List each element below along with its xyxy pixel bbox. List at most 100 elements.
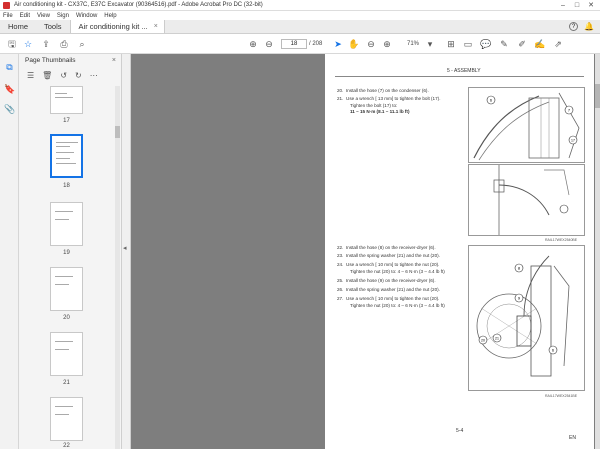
fit-page-icon[interactable]: ⊞ xyxy=(445,38,457,50)
share-link-icon[interactable]: ⇗ xyxy=(552,38,564,50)
acrobat-logo-icon xyxy=(3,1,10,9)
close-window-button[interactable]: ✕ xyxy=(584,0,598,11)
save-icon[interactable]: 🖫 xyxy=(6,38,18,50)
rotate-right-icon[interactable]: ↻ xyxy=(75,71,82,80)
step-21: 21. Use a wrench [ 13 mm] to tighten the … xyxy=(337,96,441,101)
window-controls: – □ ✕ xyxy=(556,0,598,11)
menu-view[interactable]: View xyxy=(37,13,50,19)
page-total: / 208 xyxy=(309,41,323,47)
menu-file[interactable]: File xyxy=(3,13,13,19)
comment-icon[interactable]: 💬 xyxy=(480,38,492,50)
menu-sign[interactable]: Sign xyxy=(57,13,69,19)
notification-bell-icon[interactable]: 🔔 xyxy=(584,22,594,31)
menu-help[interactable]: Help xyxy=(104,13,116,19)
document-viewer: 5 - ASSEMBLY 20. Install the hose (7) on … xyxy=(131,54,600,449)
thumbnail-label-22: 22 xyxy=(63,443,70,449)
step-24: 24. Use a wrench [ 10 mm] to tighten the … xyxy=(337,262,440,267)
zoom-level[interactable]: 71% xyxy=(407,39,419,49)
thumbnail-label-19: 19 xyxy=(63,250,70,256)
previous-page-icon[interactable]: ⊕ xyxy=(247,38,259,50)
figure-bolt-detail xyxy=(468,164,585,236)
zoom-dropdown-icon[interactable]: ▾ xyxy=(425,38,435,50)
page-number: 5-4 xyxy=(456,428,464,434)
bookmarks-icon[interactable]: 🔖 xyxy=(4,84,15,95)
thumbnail-label-17: 17 xyxy=(63,118,70,124)
hand-tool-icon[interactable]: ✋ xyxy=(348,38,360,50)
step-27: 27. Use a wrench [ 10 mm] to tighten the … xyxy=(337,296,440,301)
page-thumbnails-icon[interactable]: ⧉ xyxy=(4,62,15,73)
zoom-in-icon[interactable]: ⊕ xyxy=(381,38,393,50)
panel-collapse-handle[interactable]: ◂ xyxy=(122,54,131,449)
step-21-torque-value: 11 – 15 N·m (8.1 – 11.1 lb ft) xyxy=(350,109,410,114)
page-language: EN xyxy=(569,435,576,441)
step-20: 20. Install the hose (7) on the condenser… xyxy=(337,88,429,93)
thumbnails-header: Page Thumbnails × xyxy=(19,54,122,67)
callout-20: 20 xyxy=(481,339,485,343)
window-title: Air conditioning kit - CX37C, E37C Excav… xyxy=(14,2,263,8)
thumbnail-page-18[interactable] xyxy=(50,134,83,178)
thumbnails-scroll-thumb[interactable] xyxy=(115,126,120,138)
page-number-input[interactable]: 18 xyxy=(281,39,307,49)
thumbnail-page-20[interactable] xyxy=(50,267,83,311)
print-icon[interactable]: ⎙ xyxy=(58,38,70,50)
upload-icon[interactable]: ⇪ xyxy=(40,38,52,50)
step-22: 22. Install the hose (8) on the receiver-… xyxy=(337,245,436,250)
thumbnails-toolbar: ☰ 🗑 ↺ ↻ ⋯ xyxy=(19,69,122,82)
section-header: 5 - ASSEMBLY xyxy=(447,68,481,74)
callout-21: 21 xyxy=(495,337,499,341)
tab-home[interactable]: Home xyxy=(0,20,36,33)
select-cursor-icon[interactable]: ➤ xyxy=(332,38,344,50)
main-toolbar: 🖫 ☆ ⇪ ⎙ ⌕ ⊕ ⊖ 18 / 208 ➤ ✋ ⊖ ⊕ 71% ▾ ⊞ ▭… xyxy=(0,34,600,54)
thumbnail-page-22[interactable] xyxy=(50,397,83,441)
header-rule xyxy=(335,76,584,77)
figure-condenser-hose: 6 7 17 xyxy=(468,87,585,163)
step-23: 23. Install the spring washer (21) and th… xyxy=(337,253,440,258)
next-page-icon[interactable]: ⊖ xyxy=(263,38,275,50)
thumbnail-page-21[interactable] xyxy=(50,332,83,376)
close-tab-icon[interactable]: × xyxy=(154,20,158,34)
figure-receiver-dryer: 8 9 20 21 6 xyxy=(468,245,585,391)
close-panel-icon[interactable]: × xyxy=(112,57,116,64)
fill-sign-icon[interactable]: ✍ xyxy=(534,38,546,50)
step-24-torque: Tighten the nut (20) to: 4 – 6 N·m (3 – … xyxy=(350,269,445,274)
step-27-torque: Tighten the nut (20) to: 4 – 6 N·m (3 – … xyxy=(350,303,445,308)
page-display-icon[interactable]: ▭ xyxy=(462,38,474,50)
attachments-icon[interactable]: 📎 xyxy=(4,104,15,115)
more-options-icon[interactable]: ⋯ xyxy=(90,71,98,80)
figure2-caption: RAIL17WEX2541BE xyxy=(545,394,578,398)
thumbnails-panel: Page Thumbnails × ☰ 🗑 ↺ ↻ ⋯ 17 18 19 20 … xyxy=(19,54,122,449)
thumbnail-options-icon[interactable]: ☰ xyxy=(27,71,34,80)
document-scrollbar[interactable] xyxy=(595,54,600,449)
document-scroll-thumb[interactable] xyxy=(595,84,600,108)
tab-document[interactable]: Air conditioning kit ... × xyxy=(69,20,165,34)
figure1-caption: RAIL17WEX2540BE xyxy=(545,238,578,242)
thumbnail-page-19[interactable] xyxy=(50,202,83,246)
thumbnails-scrollbar[interactable] xyxy=(115,86,120,449)
thumbnails-title: Page Thumbnails xyxy=(25,57,76,64)
thumbnail-label-18: 18 xyxy=(63,183,70,189)
maximize-button[interactable]: □ xyxy=(570,0,584,11)
navigation-pane: ⧉ 🔖 📎 xyxy=(0,54,19,449)
highlight-pen-icon[interactable]: ✎ xyxy=(498,38,510,50)
tab-document-label: Air conditioning kit ... xyxy=(78,21,148,31)
minimize-button[interactable]: – xyxy=(556,0,570,11)
search-icon[interactable]: ⌕ xyxy=(76,38,88,50)
zoom-out-icon[interactable]: ⊖ xyxy=(365,38,377,50)
help-icon[interactable]: ? xyxy=(569,22,579,31)
delete-page-icon[interactable]: 🗑 xyxy=(42,71,52,80)
collapse-arrow-icon[interactable]: ◂ xyxy=(123,244,127,252)
menu-window[interactable]: Window xyxy=(76,13,97,19)
tab-bar: Home Tools Air conditioning kit ... × ? … xyxy=(0,20,600,34)
tab-tools[interactable]: Tools xyxy=(36,20,70,33)
step-25: 25. Install the hose (9) on the receiver-… xyxy=(337,278,436,283)
thumbnail-label-20: 20 xyxy=(63,315,70,321)
thumbnail-label-21: 21 xyxy=(63,380,70,386)
thumbnail-page-17[interactable] xyxy=(50,86,83,114)
title-bar: Air conditioning kit - CX37C, E37C Excav… xyxy=(0,0,600,11)
menu-edit[interactable]: Edit xyxy=(20,13,30,19)
bookmark-star-icon[interactable]: ☆ xyxy=(22,38,34,50)
pdf-page: 5 - ASSEMBLY 20. Install the hose (7) on … xyxy=(325,54,594,449)
rotate-left-icon[interactable]: ↺ xyxy=(60,71,67,80)
step-26: 26. Install the spring washer (21) and th… xyxy=(337,287,440,292)
draw-pen-icon[interactable]: ✐ xyxy=(516,38,528,50)
